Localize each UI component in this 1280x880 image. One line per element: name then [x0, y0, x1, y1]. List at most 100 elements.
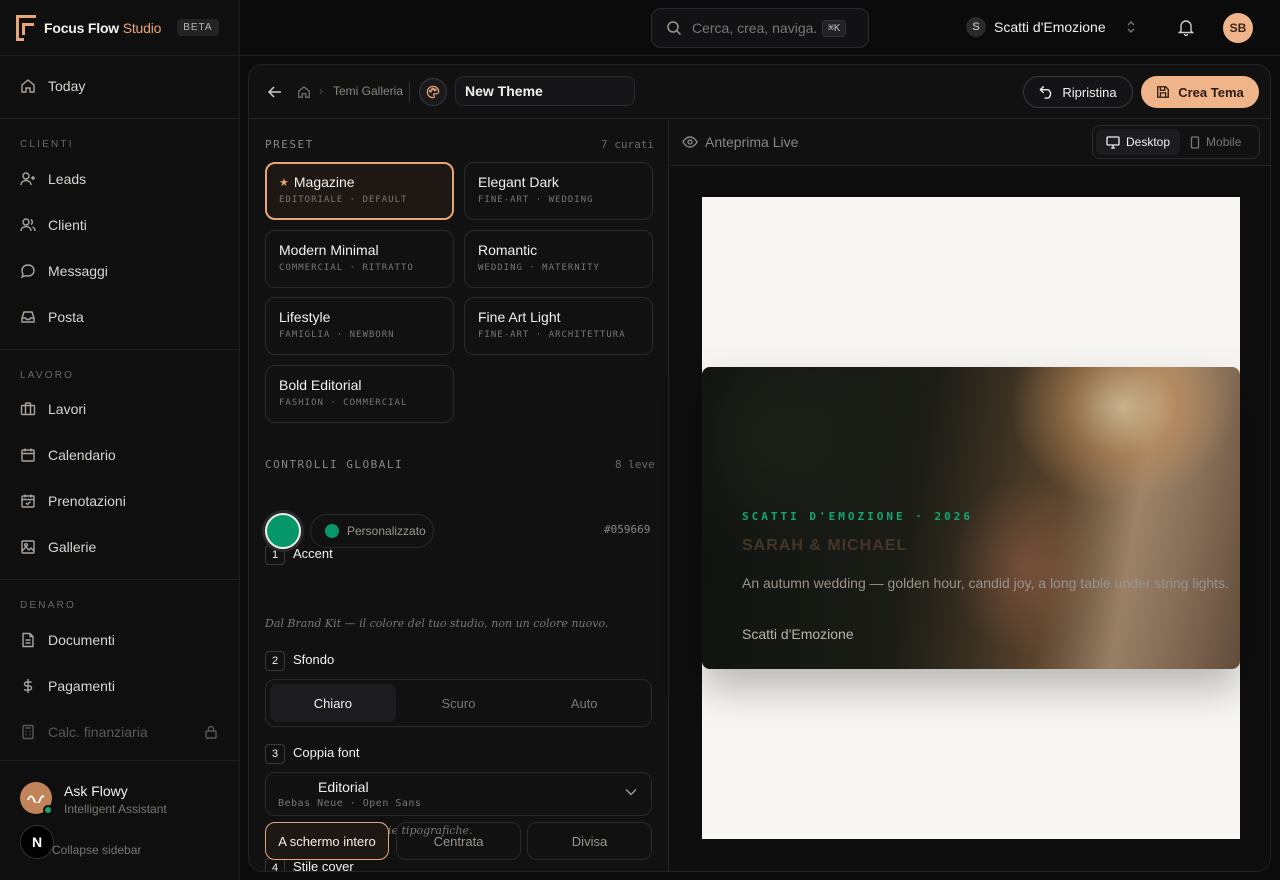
- ask-flowy-name[interactable]: Ask Flowy: [64, 783, 128, 799]
- background-option-auto[interactable]: Auto: [521, 684, 647, 722]
- sidebar-item-leads[interactable]: Leads: [20, 167, 86, 191]
- sidebar-item-label: Posta: [48, 309, 84, 325]
- eye-icon: [682, 136, 698, 148]
- users-icon: [20, 218, 36, 232]
- breadcrumb-separator: ›: [319, 84, 323, 98]
- sidebar-item-label: Gallerie: [48, 539, 97, 555]
- calendar-check-icon: [21, 494, 35, 508]
- preset-card-elegant-dark[interactable]: Elegant Dark FINE-ART · WEDDING: [464, 162, 653, 220]
- preset-card-magazine[interactable]: ★ Magazine EDITORIALE · DEFAULT: [265, 162, 454, 220]
- create-theme-button[interactable]: Crea Tema: [1141, 76, 1259, 108]
- undo-icon: [1039, 85, 1052, 99]
- calendar-icon: [21, 448, 35, 462]
- preset-name: Modern Minimal: [279, 242, 379, 258]
- image-icon: [21, 540, 35, 554]
- collapse-sidebar-button[interactable]: Collapse sidebar: [52, 843, 141, 857]
- section-label-denaro: DENARO: [20, 600, 76, 611]
- preset-name: Fine Art Light: [478, 309, 561, 325]
- sidebar-item-calendario[interactable]: Calendario: [20, 443, 116, 467]
- sidebar-item-label: Messaggi: [48, 263, 108, 279]
- cover-option-centered[interactable]: Centrata: [396, 822, 521, 860]
- sidebar-item-label: Leads: [48, 171, 87, 187]
- preset-name: Magazine: [293, 174, 355, 190]
- theme-name-input[interactable]: [455, 76, 635, 106]
- back-arrow-icon[interactable]: [267, 84, 283, 100]
- custom-color-label: Personalizzato: [347, 524, 426, 538]
- bell-icon[interactable]: [1178, 19, 1194, 36]
- preset-card-modern-minimal[interactable]: Modern Minimal COMMERCIAL · RITRATTO: [265, 230, 454, 288]
- search-box[interactable]: ⌘K: [651, 8, 869, 48]
- cover-option-split[interactable]: Divisa: [527, 822, 652, 860]
- preset-card-fine-art-light[interactable]: Fine Art Light FINE-ART · ARCHITETTURA: [464, 297, 653, 355]
- sidebar-item-clienti[interactable]: Clienti: [20, 213, 87, 237]
- search-input[interactable]: [692, 20, 816, 36]
- sidebar-item-messaggi[interactable]: Messaggi: [20, 259, 108, 283]
- preset-count: 7 curati: [601, 138, 654, 151]
- font-pair-fonts: Bebas Neue · Open Sans: [278, 798, 422, 809]
- home-icon: [21, 79, 35, 93]
- preset-tags: EDITORIALE · DEFAULT: [279, 195, 408, 205]
- device-option-mobile[interactable]: Mobile: [1180, 129, 1251, 155]
- sidebar-item-prenotazioni[interactable]: Prenotazioni: [20, 489, 126, 513]
- calculator-icon: [22, 724, 34, 740]
- section-label-clienti: CLIENTI: [20, 139, 74, 150]
- accent-hex-value[interactable]: #059669: [604, 523, 650, 536]
- sidebar-item-pagamenti[interactable]: Pagamenti: [20, 674, 115, 698]
- control-number: 4: [265, 858, 285, 871]
- theme-editor-panel: › Temi Galleria Ripristina Crea Tema PRE…: [248, 64, 1271, 872]
- preset-card-romantic[interactable]: Romantic WEDDING · MATERNITY: [464, 230, 653, 288]
- preset-tags: FINE-ART · WEDDING: [478, 195, 594, 205]
- global-controls-label: CONTROLLI GLOBALI: [265, 458, 404, 471]
- font-pair-select[interactable]: Editorial Bebas Neue · Open Sans: [265, 772, 652, 816]
- preset-tags: COMMERCIAL · RITRATTO: [279, 263, 414, 273]
- section-label-lavoro: LAVORO: [20, 370, 75, 381]
- hero-title: SARAH & MICHAEL: [742, 537, 908, 554]
- device-option-desktop[interactable]: Desktop: [1096, 129, 1181, 155]
- dollar-icon: [23, 679, 33, 693]
- preset-card-lifestyle[interactable]: Lifestyle FAMIGLIA · NEWBORN: [265, 297, 454, 355]
- panel-header: › Temi Galleria Ripristina Crea Tema: [249, 65, 1270, 119]
- search-icon: [667, 21, 682, 36]
- wave-icon: [27, 795, 45, 803]
- brand-logo-icon: [16, 14, 36, 41]
- n-badge[interactable]: N: [20, 825, 54, 859]
- studio-switcher[interactable]: S Scatti d'Emozione: [966, 17, 1136, 37]
- preset-tags: FASHION · COMMERCIAL: [279, 398, 408, 408]
- control-title-background: Sfondo: [293, 652, 335, 667]
- breadcrumb-temi-galleria[interactable]: Temi Galleria: [333, 84, 403, 98]
- accent-hint: Dal Brand Kit — il colore del tuo studio…: [265, 617, 609, 630]
- preset-name: Romantic: [478, 242, 538, 258]
- preset-name: Lifestyle: [279, 309, 331, 325]
- device-label: Mobile: [1206, 135, 1242, 149]
- sidebar-item-label: Clienti: [48, 217, 87, 233]
- preset-name: Elegant Dark: [478, 174, 559, 190]
- palette-button[interactable]: [419, 78, 447, 106]
- cover-option-full-screen[interactable]: A schermo intero: [265, 822, 389, 860]
- preset-tags: FINE-ART · ARCHITETTURA: [478, 330, 626, 340]
- document-icon: [22, 632, 34, 648]
- sidebar-item-label: Calc. finanziaria: [48, 724, 148, 740]
- background-option-chiaro[interactable]: Chiaro: [270, 684, 396, 722]
- sidebar-item-label: Documenti: [48, 632, 115, 648]
- sidebar-item-documenti[interactable]: Documenti: [20, 628, 115, 652]
- accent-swatch[interactable]: [265, 513, 301, 549]
- breadcrumb-home-icon[interactable]: [297, 85, 311, 99]
- brand[interactable]: Focus Flow Studio BETA: [0, 0, 239, 56]
- user-avatar[interactable]: SB: [1223, 13, 1253, 43]
- preview-title: Anteprima Live: [705, 134, 799, 150]
- sidebar-item-today[interactable]: Today: [20, 74, 85, 98]
- sidebar-item-lavori[interactable]: Lavori: [20, 397, 86, 421]
- background-option-scuro[interactable]: Scuro: [396, 684, 522, 722]
- custom-color-pill[interactable]: Personalizzato: [310, 514, 434, 548]
- reset-button[interactable]: Ripristina: [1023, 76, 1133, 108]
- briefcase-icon: [20, 402, 36, 416]
- sidebar-item-label: Prenotazioni: [48, 493, 126, 509]
- inbox-icon: [21, 311, 35, 323]
- control-title-cover: Stile cover: [293, 859, 354, 872]
- sidebar-item-gallerie[interactable]: Gallerie: [20, 535, 96, 559]
- preview-column: Anteprima Live Desktop Mobile SCATTI D'E…: [670, 120, 1270, 871]
- preview-canvas: SCATTI D'EMOZIONE · 2026 SARAH & MICHAEL…: [702, 197, 1240, 839]
- preset-card-bold-editorial[interactable]: Bold Editorial FASHION · COMMERCIAL: [265, 365, 454, 423]
- cover-hero: SCATTI D'EMOZIONE · 2026 SARAH & MICHAEL…: [702, 367, 1240, 669]
- sidebar-item-posta[interactable]: Posta: [20, 305, 84, 329]
